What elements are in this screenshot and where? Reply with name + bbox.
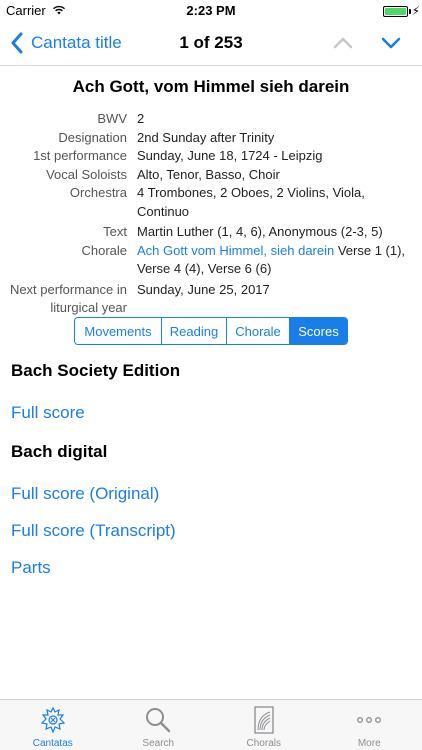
info-row-orchestra: Orchestra 4 Trombones, 2 Oboes, 2 Violin… [0, 184, 422, 221]
tab-search-label: Search [142, 738, 175, 749]
segmented-control: Movements Reading Chorale Scores [74, 317, 348, 345]
tab-chorals-label: Chorals [246, 738, 281, 749]
magnifier-icon [146, 708, 171, 733]
bach-society-full-score-link[interactable]: Full score [11, 403, 85, 423]
parts-link[interactable]: Parts [11, 558, 51, 578]
info-row-bwv: BWV 2 [0, 110, 422, 129]
nav-bar: Cantata title 1 of 253 [0, 22, 422, 66]
info-row-designation: Designation 2nd Sunday after Trinity [0, 129, 422, 148]
info-row-first-performance: 1st performance Sunday, June 18, 1724 - … [0, 147, 422, 166]
score-sheet-icon [254, 706, 274, 734]
soloists-value: Alto, Tenor, Basso, Choir [137, 166, 280, 182]
tab-more[interactable]: More [317, 700, 422, 750]
cantata-title: Ach Gott, vom Himmel sieh darein [72, 77, 350, 96]
next-performance-label: Next performance in liturgical year [0, 281, 137, 318]
orchestra-line-2: Continuo [137, 203, 190, 219]
segment-reading[interactable]: Reading [162, 318, 227, 344]
info-row-text: Text Martin Luther (1, 4, 6), Anonymous … [0, 223, 422, 242]
status-time: 2:23 PM [186, 3, 236, 18]
chorale-verses-2: Verse 4 (4), Verse 6 (6) [137, 261, 272, 276]
segment-movements[interactable]: Movements [75, 318, 162, 344]
full-score-original-link[interactable]: Full score (Original) [11, 484, 159, 504]
chorale-label: Chorale [81, 242, 127, 258]
nav-title: 1 of 253 [179, 33, 243, 52]
orchestra-line-1: 4 Trombones, 2 Oboes, 2 Violins, Viola, [137, 185, 365, 200]
chorale-value: Ach Gott vom Himmel, sieh darein Verse 1… [137, 242, 407, 279]
text-value: Martin Luther (1, 4, 6), Anonymous (2-3,… [137, 224, 383, 239]
tab-chorals[interactable]: Chorals [211, 700, 317, 750]
segment-scores[interactable]: Scores [290, 318, 347, 344]
designation-label: Designation [58, 129, 127, 145]
cantata-info: BWV 2 Designation 2nd Sunday after Trini… [0, 110, 422, 318]
chorale-link[interactable]: Ach Gott vom Himmel, sieh darein [137, 243, 334, 258]
tab-cantatas[interactable]: Cantatas [0, 700, 106, 750]
next-performance-value: Sunday, June 25, 2017 [137, 281, 270, 297]
tab-cantatas-label: Cantatas [32, 738, 73, 749]
ellipsis-icon [357, 717, 382, 723]
designation-value: 2nd Sunday after Trinity [137, 129, 275, 145]
tab-more-label: More [357, 738, 381, 749]
info-row-next-performance: Next performance in liturgical year Sund… [0, 281, 422, 318]
tab-search[interactable]: Search [106, 700, 212, 750]
segment-chorale[interactable]: Chorale [227, 318, 290, 344]
first-performance-label: 1st performance [33, 148, 127, 163]
battery-icon [383, 6, 408, 17]
text-label: Text [103, 224, 127, 239]
charging-icon: ⚡ [411, 4, 420, 18]
bwv-value: 2 [137, 111, 145, 126]
bach-society-heading: Bach Society Edition [11, 361, 181, 380]
orchestra-value: 4 Trombones, 2 Oboes, 2 Violins, Viola, … [137, 184, 407, 221]
bach-crest-icon [40, 706, 65, 734]
next-performance-label-line-1: Next performance in [9, 281, 127, 297]
next-performance-label-line-2: liturgical year [50, 300, 127, 315]
bach-digital-heading: Bach digital [11, 442, 108, 461]
info-row-chorale: Chorale Ach Gott vom Himmel, sieh darein… [0, 242, 422, 279]
status-bar: Carrier 2:23 PM ⚡ [0, 0, 422, 22]
chorale-verses-1: Verse 1 (1), [334, 242, 406, 258]
info-row-soloists: Vocal Soloists Alto, Tenor, Basso, Choir [0, 166, 422, 185]
bwv-label: BWV [97, 111, 127, 126]
tab-bar: Cantatas Search Chorals More [0, 699, 422, 750]
orchestra-label: Orchestra [69, 185, 127, 200]
soloists-label: Vocal Soloists [46, 166, 127, 182]
first-performance-value: Sunday, June 18, 1724 - Leipzig [137, 148, 323, 163]
chevron-up-icon[interactable] [332, 36, 354, 50]
full-score-transcript-link[interactable]: Full score (Transcript) [11, 521, 176, 541]
chevron-down-icon[interactable] [380, 36, 402, 50]
